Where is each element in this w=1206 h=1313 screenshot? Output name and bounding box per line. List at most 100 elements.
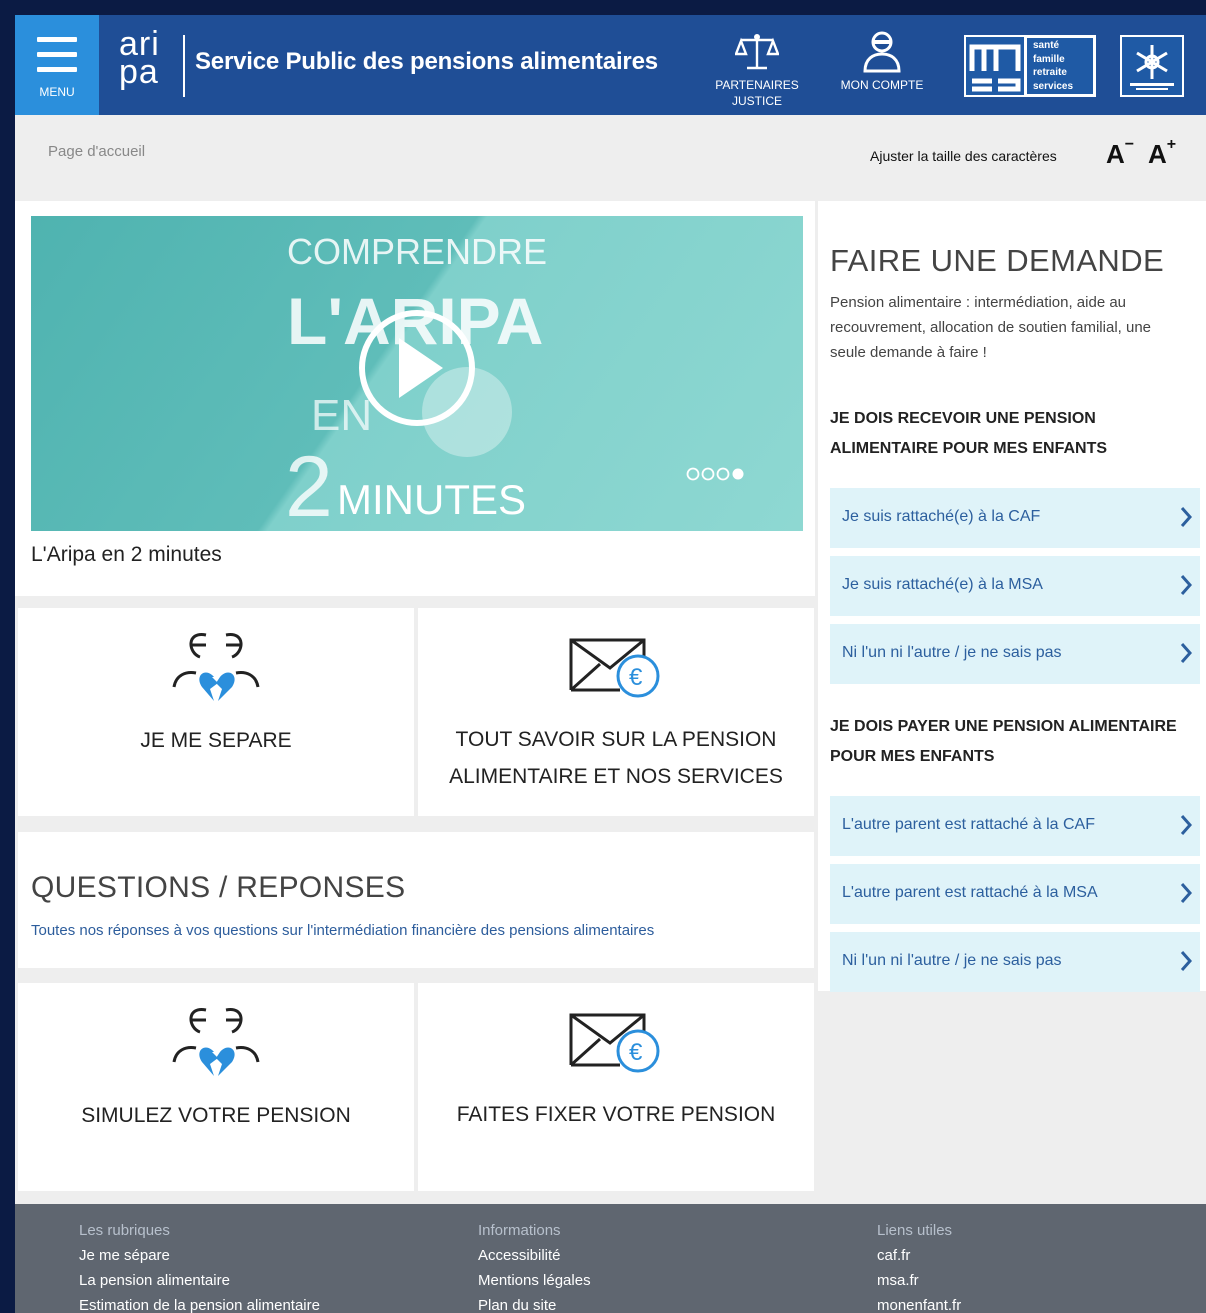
msa-line-2: famille — [1033, 53, 1065, 65]
chevron-right-icon — [1180, 951, 1192, 971]
msa-tagline: santé famille retraite services — [1027, 38, 1093, 94]
pay-title-line1: JE DOIS PAYER UNE PENSION ALIMENTAIRE — [830, 718, 1177, 735]
chevron-right-icon — [1180, 643, 1192, 663]
envelope-euro-icon: € — [566, 634, 666, 705]
user-icon — [863, 31, 901, 73]
carousel-dot-2[interactable] — [701, 467, 715, 481]
font-increase-letter: A — [1148, 139, 1167, 169]
request-description: Pension alimentaire : intermédiation, ai… — [830, 294, 1152, 361]
aripa-logo[interactable]: ari pa — [119, 27, 175, 97]
choice-label: Ni l'un ni l'autre / je ne sais pas — [842, 644, 1062, 661]
chevron-right-icon — [1180, 575, 1192, 595]
video-line-4-number: 2 — [285, 439, 333, 531]
footer-heading: Informations — [478, 1222, 561, 1239]
msa-line-4: services — [1033, 80, 1074, 92]
video-thumbnail: COMPRENDRE L'ARIPA EN 2 MINUTES — [285, 231, 744, 531]
hamburger-icon-bar — [37, 52, 77, 57]
receive-option-caf[interactable]: Je suis rattaché(e) à la CAF — [830, 488, 1200, 548]
footer-heading: Liens utiles — [877, 1222, 953, 1239]
justice-label-line1: PARTENAIRES — [715, 78, 799, 92]
site-header: MENU ari pa Service Public des pensions … — [15, 15, 1206, 115]
tile-label: JE ME SEPARE — [140, 729, 292, 752]
video-line-3: EN — [311, 391, 372, 440]
footer-link[interactable]: Je me sépare — [79, 1243, 320, 1268]
faq-title: QUESTIONS / REPONSES — [31, 871, 406, 904]
footer-heading: Les rubriques — [79, 1222, 170, 1239]
video-caption[interactable]: L'Aripa en 2 minutes — [31, 543, 222, 567]
partenaires-justice-link[interactable]: PARTENAIRES JUSTICE — [705, 31, 809, 109]
hamburger-icon — [37, 37, 77, 42]
pay-option-msa[interactable]: L'autre parent est rattaché à la MSA — [830, 864, 1200, 924]
footer-link[interactable]: La pension alimentaire — [79, 1268, 320, 1293]
font-increase-button[interactable]: A+ — [1148, 136, 1177, 170]
logo-text-bottom: pa — [119, 53, 159, 91]
msa-logo[interactable]: santé famille retraite services — [964, 35, 1096, 97]
video-line-1: COMPRENDRE — [287, 231, 547, 272]
snowflake-icon — [1130, 45, 1174, 90]
tile-faites-fixer-pension[interactable]: € FAITES FIXER VOTRE PENSION — [418, 983, 814, 1191]
receive-option-msa[interactable]: Je suis rattaché(e) à la MSA — [830, 556, 1200, 616]
faq-subtitle[interactable]: Toutes nos réponses à vos questions sur … — [31, 922, 654, 939]
faire-une-demande-panel: FAIRE UNE DEMANDE Pension alimentaire : … — [818, 201, 1206, 992]
carousel-dot-3[interactable] — [716, 467, 730, 481]
receive-section-title: JE DOIS RECEVOIR UNE PENSION ALIMENTAIRE… — [830, 404, 1200, 464]
footer-link[interactable]: Accessibilité — [478, 1243, 591, 1268]
account-label: MON COMPTE — [840, 78, 924, 92]
font-decrease-sign: − — [1124, 136, 1135, 154]
font-decrease-letter: A — [1106, 139, 1125, 169]
msa-line-1: santé — [1033, 40, 1060, 51]
font-increase-sign: + — [1166, 136, 1177, 154]
svg-text:€: € — [629, 664, 643, 691]
footer-col-liens-utiles: Liens utiles caf.fr msa.fr monenfant.fr — [877, 1218, 961, 1313]
breadcrumb[interactable]: Page d'accueil — [48, 143, 145, 160]
footer-link[interactable]: Plan du site — [478, 1293, 591, 1313]
footer-link[interactable]: Estimation de la pension alimentaire — [79, 1293, 320, 1313]
footer-link[interactable]: msa.fr — [877, 1268, 961, 1293]
pay-section-title: JE DOIS PAYER UNE PENSION ALIMENTAIRE PO… — [830, 712, 1200, 772]
footer-link[interactable]: Mentions légales — [478, 1268, 591, 1293]
video-line-2: L'ARIPA — [287, 284, 543, 358]
mon-compte-link[interactable]: MON COMPTE — [831, 31, 933, 93]
broken-heart-couple-icon — [166, 998, 266, 1093]
choice-label: L'autre parent est rattaché à la MSA — [842, 884, 1098, 901]
footer-link[interactable]: caf.fr — [877, 1243, 961, 1268]
footer-col-rubriques: Les rubriques Je me sépare La pension al… — [79, 1218, 320, 1313]
chevron-right-icon — [1180, 507, 1192, 527]
tile-label-line2: ALIMENTAIRE ET NOS SERVICES — [449, 765, 783, 788]
tile-je-me-separe[interactable]: JE ME SEPARE — [18, 608, 414, 816]
scales-icon — [735, 34, 779, 70]
site-footer: Les rubriques Je me sépare La pension al… — [15, 1204, 1206, 1313]
msa-line-3: retraite — [1033, 67, 1067, 78]
choice-label: L'autre parent est rattaché à la CAF — [842, 816, 1095, 833]
choice-label: Je suis rattaché(e) à la MSA — [842, 576, 1043, 593]
font-size-adjust-label: Ajuster la taille des caractères — [870, 148, 1057, 164]
video-line-4-word: MINUTES — [337, 476, 526, 523]
video-card: COMPRENDRE L'ARIPA EN 2 MINUTES L'Aripa … — [15, 201, 815, 596]
choice-label: Je suis rattaché(e) à la CAF — [842, 508, 1041, 525]
tile-simulez-pension[interactable]: SIMULEZ VOTRE PENSION — [18, 983, 414, 1191]
carousel-dots — [686, 467, 744, 481]
font-decrease-button[interactable]: A− — [1106, 136, 1135, 170]
carousel-dot-1[interactable] — [686, 467, 700, 481]
carousel-dot-4[interactable] — [732, 468, 744, 480]
svg-text:€: € — [629, 1039, 643, 1066]
chevron-right-icon — [1180, 815, 1192, 835]
footer-link[interactable]: monenfant.fr — [877, 1293, 961, 1313]
video-player[interactable]: COMPRENDRE L'ARIPA EN 2 MINUTES — [31, 216, 803, 531]
choice-label: Ni l'un ni l'autre / je ne sais pas — [842, 952, 1062, 969]
tile-tout-savoir-pension[interactable]: € TOUT SAVOIR SUR LA PENSION ALIMENTAIRE… — [418, 608, 814, 816]
receive-option-unknown[interactable]: Ni l'un ni l'autre / je ne sais pas — [830, 624, 1200, 684]
tile-label-line1: TOUT SAVOIR SUR LA PENSION — [455, 728, 777, 751]
menu-button[interactable]: MENU — [15, 15, 99, 115]
broken-heart-couple-icon — [166, 623, 266, 718]
caf-logo[interactable] — [1120, 35, 1184, 97]
hamburger-icon-bar — [37, 67, 77, 72]
menu-label: MENU — [39, 85, 75, 99]
msa-mark-icon — [966, 37, 1024, 95]
faq-card[interactable]: QUESTIONS / REPONSES Toutes nos réponses… — [18, 832, 814, 968]
footer-col-informations: Informations Accessibilité Mentions léga… — [478, 1218, 591, 1313]
pay-option-unknown[interactable]: Ni l'un ni l'autre / je ne sais pas — [830, 932, 1200, 992]
pay-option-caf[interactable]: L'autre parent est rattaché à la CAF — [830, 796, 1200, 856]
receive-title-line2: ALIMENTAIRE POUR MES ENFANTS — [830, 440, 1108, 457]
envelope-euro-icon: € — [566, 1009, 666, 1080]
